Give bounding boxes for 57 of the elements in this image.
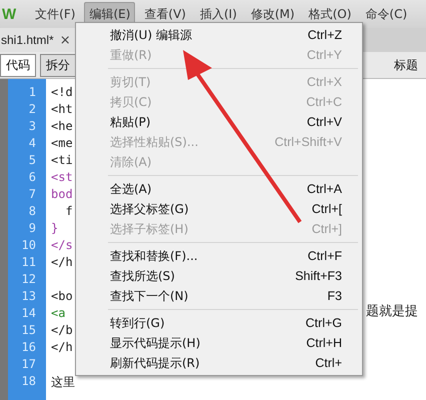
menu-item[interactable]: 文件(F) xyxy=(30,2,80,26)
line-number: 7 xyxy=(28,187,37,203)
menu-item[interactable]: 插入(I) xyxy=(194,2,242,26)
menu-item[interactable]: 格式(O) xyxy=(304,2,356,26)
code-line: </b xyxy=(51,323,73,337)
code-line: } xyxy=(51,221,58,235)
code-line: <me xyxy=(51,136,73,150)
code-line: <bo xyxy=(51,289,73,303)
line-number: 8 xyxy=(28,204,37,220)
code-line: bod xyxy=(51,187,73,201)
menu-entry[interactable]: 显示代码提示(H) Ctrl+H xyxy=(76,333,362,353)
menu-entry[interactable]: 转到行(G) Ctrl+G xyxy=(76,313,362,333)
line-number: 17 xyxy=(20,357,37,373)
line-number: 14 xyxy=(20,306,37,322)
menu-item[interactable]: 命令(C) xyxy=(360,2,412,26)
code-line: </s xyxy=(51,238,73,252)
line-number: 5 xyxy=(28,153,37,169)
code-line: 这里 xyxy=(51,375,75,389)
menu-item[interactable]: 修改(M) xyxy=(246,2,300,26)
view-button[interactable]: 代码 xyxy=(0,54,36,76)
title-label: 标题 xyxy=(394,56,418,74)
line-number: 4 xyxy=(28,136,37,152)
code-line: <he xyxy=(51,119,73,133)
line-number: 16 xyxy=(20,340,37,356)
menu-entry[interactable]: 查找所选(S) Shift+F3 xyxy=(76,266,362,286)
code-text: 题就是提 xyxy=(366,303,418,320)
view-button[interactable]: 拆分 xyxy=(40,54,76,76)
code-line: </h xyxy=(51,340,73,354)
code-line: <!d xyxy=(51,85,73,99)
line-number: 15 xyxy=(20,323,37,339)
line-number: 6 xyxy=(28,170,37,186)
code-line: f xyxy=(64,204,73,218)
line-number: 9 xyxy=(28,221,37,237)
menu-entry[interactable]: 撤消(U) 编辑源 Ctrl+Z xyxy=(76,25,362,45)
menu-entry[interactable]: 选择父标签(G) Ctrl+[ xyxy=(76,199,362,219)
code-line: </h xyxy=(51,255,73,269)
code-line: <ti xyxy=(51,153,73,167)
code-line: <a xyxy=(51,306,66,320)
menu-item[interactable]: 查看(V) xyxy=(139,2,191,26)
line-number: 3 xyxy=(28,119,37,135)
line-number: 18 xyxy=(20,374,37,390)
line-number: 10 xyxy=(20,238,37,254)
code-line: <st xyxy=(51,170,73,184)
code-line: <ht xyxy=(51,102,73,116)
document-tab[interactable]: shi1.html* × xyxy=(0,28,75,52)
menu-entry[interactable]: 查找下一个(N) F3 xyxy=(76,286,362,306)
line-number: 2 xyxy=(28,102,37,118)
menu-entry[interactable]: 全选(A) Ctrl+A xyxy=(76,179,362,199)
close-icon[interactable]: × xyxy=(60,32,71,48)
menu-entry[interactable]: 刷新代码提示(R) Ctrl+ xyxy=(76,353,362,373)
line-number: 13 xyxy=(20,289,37,305)
line-number: 11 xyxy=(20,255,37,271)
app-logo: W xyxy=(2,6,16,22)
line-number: 12 xyxy=(20,272,37,288)
menu-entry[interactable]: 查找和替换(F)... Ctrl+F xyxy=(76,246,362,266)
line-number: 1 xyxy=(28,85,37,101)
menu-entry[interactable]: 粘贴(P) Ctrl+V xyxy=(76,112,362,132)
